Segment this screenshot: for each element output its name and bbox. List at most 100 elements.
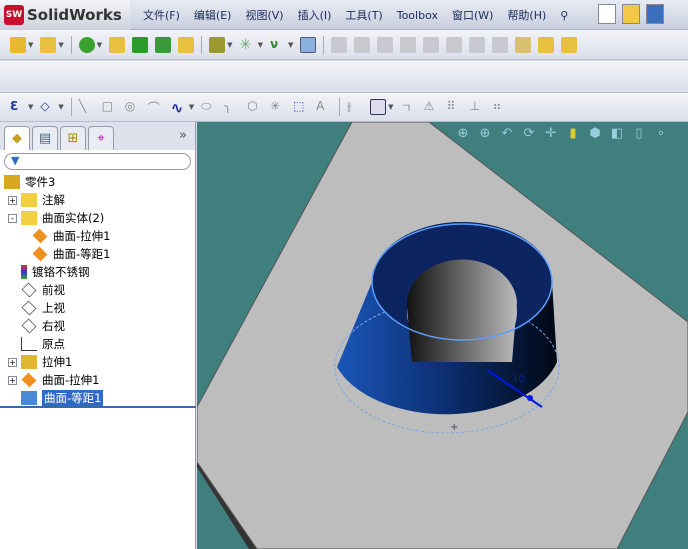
expand-panel-button[interactable]: » <box>179 128 187 143</box>
tree-item[interactable]: 前视 <box>0 281 195 299</box>
tree-item[interactable]: + 曲面-拉伸1 <box>0 371 195 389</box>
tree-item[interactable]: + 拉伸1 <box>0 353 195 371</box>
tree-item[interactable]: 原点 <box>0 335 195 353</box>
menu-help[interactable]: 帮助(H) <box>500 7 553 23</box>
move-face-icon[interactable] <box>446 36 463 53</box>
menu-insert[interactable]: 插入(I) <box>291 7 339 23</box>
cut-extrude-icon[interactable] <box>40 36 57 53</box>
menu-window[interactable]: 窗口(W) <box>445 7 500 23</box>
pan-icon[interactable]: ✛ <box>543 126 559 142</box>
extrude-boss-icon[interactable] <box>10 36 26 53</box>
tab-property-manager[interactable]: ▤ <box>32 126 58 150</box>
rotate-icon[interactable]: ⟳ <box>521 126 537 142</box>
linear-pattern-icon[interactable]: ⠿ <box>447 99 463 115</box>
sketch-icon[interactable]: Ɛ <box>10 99 26 115</box>
shell-icon[interactable] <box>155 36 172 53</box>
fillet-icon[interactable] <box>78 36 95 53</box>
instant3d-icon[interactable] <box>300 36 317 53</box>
arc-icon[interactable]: ⌒ <box>148 99 164 115</box>
spline-icon[interactable]: ∿ <box>171 99 187 117</box>
section-view-icon[interactable]: ▮ <box>565 126 581 142</box>
tree-end-bar <box>0 406 196 408</box>
model-canvas: + <box>197 122 688 549</box>
dome-icon[interactable] <box>492 36 509 53</box>
tree-item[interactable]: 上视 <box>0 299 195 317</box>
part-icon[interactable] <box>538 36 555 53</box>
expand-toggle[interactable]: + <box>8 375 17 385</box>
save-icon[interactable] <box>646 4 664 24</box>
open-file-icon[interactable] <box>622 4 640 24</box>
fillet-sketch-icon[interactable]: ╮ <box>224 99 240 115</box>
filter-input[interactable]: ▼ <box>4 153 191 170</box>
construction-geometry-icon[interactable]: ⬚ <box>293 99 309 115</box>
chamfer-icon[interactable] <box>109 36 126 53</box>
menu-tools[interactable]: 工具(T) <box>338 7 389 23</box>
tree-item[interactable]: 镀铬不锈钢 <box>0 263 195 281</box>
tree-item[interactable]: 曲面-等距1 <box>0 389 195 407</box>
expand-toggle[interactable]: - <box>8 213 17 223</box>
new-file-icon[interactable] <box>598 4 616 24</box>
line-icon[interactable]: ╲ <box>79 99 95 115</box>
pin-icon[interactable]: ⚲ <box>553 9 575 22</box>
plane-icon <box>21 282 37 298</box>
sketch-toolbar: Ɛ ▼ ◇ ▼ ╲ □ ◎ ⌒ ∿ ▼ ⬭ ╮ ⬡ ✳ ⬚ A ⫲ ▼ ㄱ ⚠ ⠿ ⊥… <box>0 93 688 122</box>
feature-manager-panel: ◆ ▤ ⊞ ⌖ » ▼ 零件3 + 注解 - 曲面实体(2) 曲面-拉伸1 曲面-等距1 镀铬… <box>0 122 196 549</box>
assembly-icon[interactable] <box>561 36 578 53</box>
convert-entities-icon[interactable] <box>370 99 387 115</box>
curves-icon[interactable]: ν <box>270 37 286 53</box>
circle-icon[interactable]: ◎ <box>125 99 141 115</box>
plane-icon <box>21 318 37 334</box>
menu-view[interactable]: 视图(V) <box>238 7 290 23</box>
appearance-icon[interactable]: ∘ <box>653 126 669 142</box>
weldment-icon[interactable] <box>354 36 371 53</box>
graphics-viewport[interactable]: + ⊕ ⊕ ↶ ⟳ ✛ ▮ ⬢ ◧ ▯ ∘ 10 <box>197 122 688 549</box>
surface-tool-icon[interactable] <box>400 36 417 53</box>
tab-configuration-manager[interactable]: ⊞ <box>60 126 86 150</box>
app-logo: SW SolidWorks <box>0 0 130 30</box>
sheetmetal-icon[interactable] <box>331 36 348 53</box>
menu-edit[interactable]: 编辑(E) <box>187 7 239 23</box>
display-style-icon[interactable]: ◧ <box>609 126 625 142</box>
smart-dimension-icon[interactable]: ◇ <box>40 99 56 115</box>
expand-toggle[interactable]: + <box>8 195 17 205</box>
mold-icon[interactable] <box>377 36 394 53</box>
pattern-icon[interactable] <box>209 36 226 53</box>
polygon-icon[interactable]: ⬡ <box>247 99 263 115</box>
tree-item[interactable]: 曲面-拉伸1 <box>0 227 195 245</box>
offset-entities-icon[interactable]: ㄱ <box>401 99 417 115</box>
expand-toggle[interactable]: + <box>8 357 17 367</box>
rectangle-icon[interactable]: □ <box>102 99 118 115</box>
view-orientation-icon[interactable]: ⬢ <box>587 126 603 142</box>
menu-toolbox[interactable]: Toolbox <box>390 9 445 22</box>
ellipse-icon[interactable]: ⬭ <box>201 99 217 115</box>
hole-icon[interactable] <box>469 36 486 53</box>
rib-icon[interactable] <box>132 36 149 53</box>
hide-show-icon[interactable]: ▯ <box>631 126 647 142</box>
split-line-icon[interactable] <box>423 36 440 53</box>
view-toolbar: ⊕ ⊕ ↶ ⟳ ✛ ▮ ⬢ ◧ ▯ ∘ <box>455 126 669 142</box>
menu-file[interactable]: 文件(F) <box>136 7 187 23</box>
zoom-to-area-icon[interactable]: ⊕ <box>477 126 493 142</box>
tab-dimxpert-manager[interactable]: ⌖ <box>88 126 114 150</box>
tree-item[interactable]: 右视 <box>0 317 195 335</box>
tree-item[interactable]: 曲面-等距1 <box>0 245 195 263</box>
tree-item[interactable]: - 曲面实体(2) <box>0 209 195 227</box>
sketch-text-icon[interactable]: A <box>316 99 332 115</box>
relations-icon[interactable]: ⊥ <box>470 99 486 115</box>
origin-mark: + <box>450 422 458 433</box>
mirror-icon[interactable]: ⫲ <box>347 99 363 115</box>
zoom-to-fit-icon[interactable]: ⊕ <box>455 126 471 142</box>
tab-feature-manager[interactable]: ◆ <box>4 126 30 150</box>
trim-icon[interactable]: ⚠ <box>424 99 440 115</box>
solidworks-logo-icon: SW <box>4 5 24 25</box>
repair-sketch-icon[interactable]: ⠶ <box>493 99 509 115</box>
dimension-label[interactable]: 10 <box>512 374 525 385</box>
point-icon[interactable]: ✳ <box>270 99 286 115</box>
tree-item[interactable]: + 注解 <box>0 191 195 209</box>
scale-icon[interactable] <box>515 36 532 53</box>
filter-icon: ▼ <box>11 154 20 167</box>
tree-item[interactable]: 零件3 <box>0 173 195 191</box>
reference-geometry-icon[interactable]: ✳ <box>240 37 256 53</box>
previous-view-icon[interactable]: ↶ <box>499 126 515 142</box>
draft-icon[interactable] <box>178 36 195 53</box>
